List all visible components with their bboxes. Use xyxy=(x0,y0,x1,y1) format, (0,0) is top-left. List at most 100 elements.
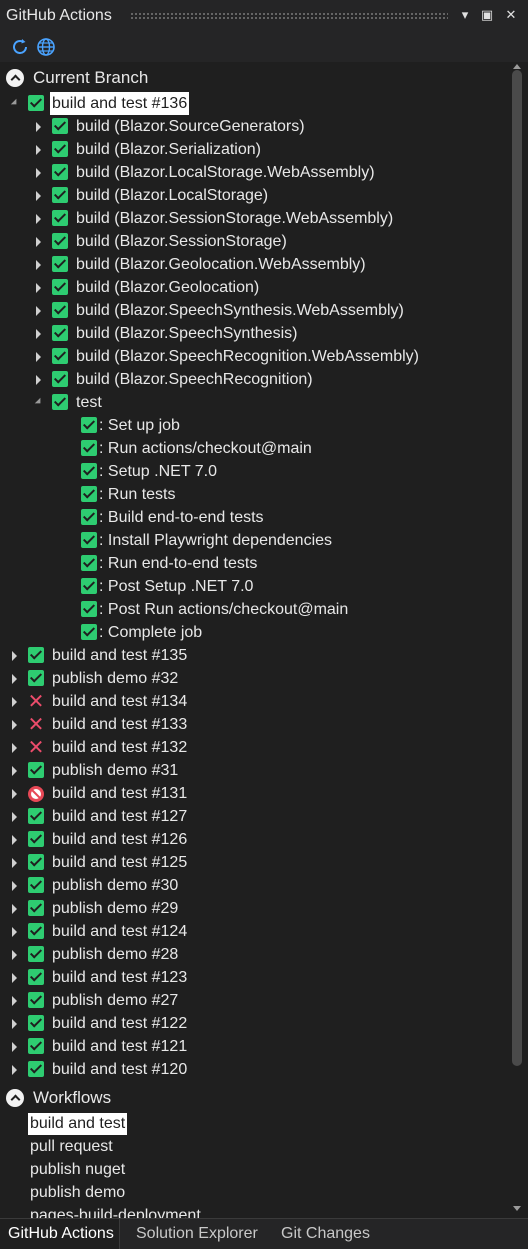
expand-icon[interactable] xyxy=(36,375,41,385)
scrollbar-thumb[interactable] xyxy=(512,70,522,1066)
collapse-icon[interactable] xyxy=(10,98,20,108)
expand-icon[interactable] xyxy=(12,835,17,845)
run-row[interactable]: build and test #131 xyxy=(0,782,500,805)
job-row[interactable]: build (Blazor.SessionStorage.WebAssembly… xyxy=(0,207,500,230)
job-row[interactable]: build (Blazor.SessionStorage) xyxy=(0,230,500,253)
expand-icon[interactable] xyxy=(36,352,41,362)
expand-icon[interactable] xyxy=(36,122,41,132)
run-row[interactable]: build and test #125 xyxy=(0,851,500,874)
job-row[interactable]: build (Blazor.SpeechSynthesis) xyxy=(0,322,500,345)
success-icon xyxy=(81,624,97,640)
expand-icon[interactable] xyxy=(12,743,17,753)
tab-github-actions[interactable]: GitHub Actions xyxy=(0,1219,120,1249)
tab-git-changes[interactable]: Git Changes xyxy=(276,1219,375,1249)
step-row[interactable]: : Install Playwright dependencies xyxy=(0,529,500,552)
job-test[interactable]: test xyxy=(0,391,500,414)
expand-icon[interactable] xyxy=(12,812,17,822)
expand-icon[interactable] xyxy=(12,973,17,983)
expand-icon[interactable] xyxy=(36,329,41,339)
expand-icon[interactable] xyxy=(12,789,17,799)
workflow-item[interactable]: publish demo xyxy=(30,1182,125,1204)
globe-icon[interactable] xyxy=(35,36,57,58)
expand-icon[interactable] xyxy=(12,766,17,776)
collapse-icon[interactable] xyxy=(6,1089,24,1107)
expand-icon[interactable] xyxy=(12,697,17,707)
run-row[interactable]: publish demo #30 xyxy=(0,874,500,897)
expand-icon[interactable] xyxy=(12,950,17,960)
current-branch-header[interactable]: Current Branch xyxy=(6,65,306,91)
job-row[interactable]: build (Blazor.SpeechRecognition.WebAssem… xyxy=(0,345,500,368)
expand-icon[interactable] xyxy=(12,1065,17,1075)
expand-icon[interactable] xyxy=(12,904,17,914)
step-row[interactable]: : Post Setup .NET 7.0 xyxy=(0,575,500,598)
run-row[interactable]: publish demo #27 xyxy=(0,989,500,1012)
step-row[interactable]: : Complete job xyxy=(0,621,500,644)
expand-icon[interactable] xyxy=(36,191,41,201)
workflow-item[interactable]: pull request xyxy=(30,1136,113,1158)
expand-icon[interactable] xyxy=(36,237,41,247)
run-row[interactable]: publish demo #31 xyxy=(0,759,500,782)
step-row[interactable]: : Build end-to-end tests xyxy=(0,506,500,529)
refresh-icon[interactable] xyxy=(9,36,31,58)
run-row[interactable]: publish demo #32 xyxy=(0,667,500,690)
collapse-icon[interactable] xyxy=(6,69,24,87)
scroll-up-icon[interactable] xyxy=(513,64,521,69)
expand-icon[interactable] xyxy=(12,996,17,1006)
run-136[interactable]: build and test #136 xyxy=(0,92,500,115)
expand-icon[interactable] xyxy=(12,858,17,868)
expand-icon[interactable] xyxy=(36,214,41,224)
workflow-item[interactable]: build and test xyxy=(28,1113,128,1135)
run-row[interactable]: ✕ build and test #134 xyxy=(0,690,500,713)
expand-icon[interactable] xyxy=(12,1042,17,1052)
job-row-label: build (Blazor.SpeechRecognition) xyxy=(76,371,313,388)
workflow-item[interactable]: pages-build-deployment xyxy=(30,1205,201,1218)
job-row[interactable]: build (Blazor.LocalStorage.WebAssembly) xyxy=(0,161,500,184)
step-row[interactable]: : Setup .NET 7.0 xyxy=(0,460,500,483)
step-row[interactable]: : Run actions/checkout@main xyxy=(0,437,500,460)
drag-grip[interactable] xyxy=(130,12,448,19)
step-row[interactable]: : Set up job xyxy=(0,414,500,437)
job-row[interactable]: build (Blazor.Geolocation) xyxy=(0,276,500,299)
job-row[interactable]: build (Blazor.SpeechSynthesis.WebAssembl… xyxy=(0,299,500,322)
run-row[interactable]: build and test #123 xyxy=(0,966,500,989)
scroll-down-icon[interactable] xyxy=(513,1206,521,1211)
run-row[interactable]: publish demo #28 xyxy=(0,943,500,966)
expand-icon[interactable] xyxy=(12,927,17,937)
step-row[interactable]: : Run tests xyxy=(0,483,500,506)
run-row[interactable]: ✕ build and test #133 xyxy=(0,713,500,736)
run-row[interactable]: build and test #121 xyxy=(0,1035,500,1058)
expand-icon[interactable] xyxy=(12,1019,17,1029)
run-row[interactable]: build and test #127 xyxy=(0,805,500,828)
job-row[interactable]: build (Blazor.SpeechRecognition) xyxy=(0,368,500,391)
expand-icon[interactable] xyxy=(36,306,41,316)
job-row[interactable]: build (Blazor.LocalStorage) xyxy=(0,184,500,207)
workflow-item[interactable]: publish nuget xyxy=(30,1159,125,1181)
workflows-header[interactable]: Workflows xyxy=(6,1085,306,1111)
expand-icon[interactable] xyxy=(12,651,17,661)
dropdown-icon[interactable]: ▾ xyxy=(456,6,474,24)
run-row[interactable]: build and test #135 xyxy=(0,644,500,667)
run-row[interactable]: build and test #126 xyxy=(0,828,500,851)
expand-icon[interactable] xyxy=(12,674,17,684)
job-row[interactable]: build (Blazor.Geolocation.WebAssembly) xyxy=(0,253,500,276)
expand-icon[interactable] xyxy=(12,881,17,891)
collapse-icon[interactable] xyxy=(34,397,44,407)
run-row[interactable]: build and test #120 xyxy=(0,1058,500,1081)
expand-icon[interactable] xyxy=(36,283,41,293)
expand-icon[interactable] xyxy=(12,720,17,730)
run-row[interactable]: build and test #122 xyxy=(0,1012,500,1035)
run-row[interactable]: ✕ build and test #132 xyxy=(0,736,500,759)
run-row[interactable]: publish demo #29 xyxy=(0,897,500,920)
expand-icon[interactable] xyxy=(36,145,41,155)
tab-solution-explorer[interactable]: Solution Explorer xyxy=(131,1219,263,1249)
step-row[interactable]: : Post Run actions/checkout@main xyxy=(0,598,500,621)
run-row[interactable]: build and test #124 xyxy=(0,920,500,943)
vertical-scrollbar[interactable] xyxy=(508,62,528,1216)
job-row[interactable]: build (Blazor.SourceGenerators) xyxy=(0,115,500,138)
step-row[interactable]: : Run end-to-end tests xyxy=(0,552,500,575)
expand-icon[interactable] xyxy=(36,168,41,178)
expand-icon[interactable] xyxy=(36,260,41,270)
job-row[interactable]: build (Blazor.Serialization) xyxy=(0,138,500,161)
maximize-icon[interactable]: ▣ xyxy=(478,6,496,24)
close-icon[interactable]: ✕ xyxy=(502,6,520,24)
